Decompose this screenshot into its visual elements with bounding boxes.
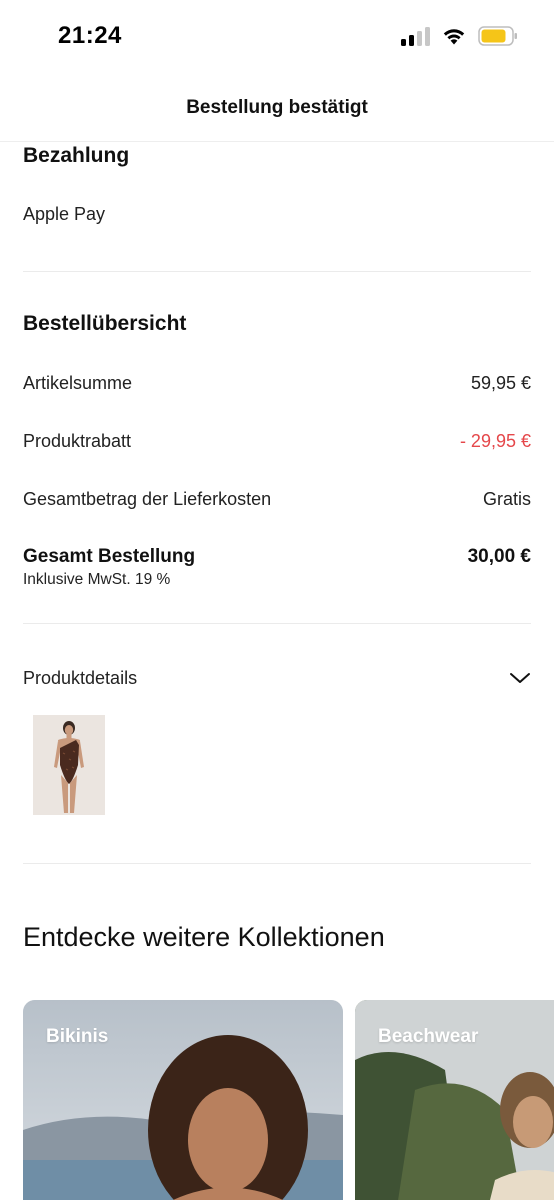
collection-card-label: Beachwear [378, 1026, 479, 1047]
payment-method: Apple Pay [23, 204, 106, 224]
collection-card-bikinis[interactable]: Bikinis [23, 1000, 343, 1200]
chevron-down-icon[interactable] [509, 671, 531, 685]
summary-row-discount: Produktrabatt - 29,95 € [23, 431, 531, 452]
shipping-value: Gratis [482, 489, 531, 509]
tax-note: Inklusive MwSt. 19 % [23, 571, 171, 588]
page-title: Bestellung bestätigt [186, 96, 368, 118]
divider [23, 863, 531, 864]
collection-card-beachwear[interactable]: Beachwear [355, 1000, 554, 1200]
product-details-label: Produktdetails [23, 667, 138, 688]
subtotal-label: Artikelsumme [23, 373, 133, 393]
swimsuit-model-image [33, 715, 105, 815]
status-time: 21:24 [58, 22, 122, 49]
discount-value: - 29,95 € [459, 431, 531, 451]
total-value: 30,00 € [467, 546, 531, 567]
payment-heading: Bezahlung [23, 144, 130, 167]
status-bar: 21:24 [0, 0, 554, 72]
summary-row-subtotal: Artikelsumme 59,95 € [23, 373, 531, 394]
total-label: Gesamt Bestellung [23, 546, 196, 567]
battery-icon [478, 26, 518, 46]
shipping-label: Gesamtbetrag der Lieferkosten [23, 489, 272, 509]
wifi-icon [442, 27, 466, 45]
summary-row-shipping: Gesamtbetrag der Lieferkosten Gratis [23, 489, 531, 510]
order-summary-heading: Bestellübersicht [23, 312, 187, 335]
divider [23, 623, 531, 624]
product-details-toggle[interactable]: Produktdetails [23, 663, 531, 693]
divider [23, 271, 531, 272]
signal-icon [401, 26, 430, 46]
subtotal-value: 59,95 € [470, 373, 531, 393]
summary-row-total: Gesamt Bestellung 30,00 € [23, 546, 531, 568]
order-confirmation-screen: 21:24 Bestellung bestätigt Bezahlung App… [0, 0, 554, 1200]
product-thumbnail[interactable] [33, 715, 105, 815]
collection-card-label: Bikinis [46, 1026, 109, 1047]
nav-bar: Bestellung bestätigt [0, 72, 554, 142]
status-icons [401, 26, 518, 46]
discount-label: Produktrabatt [23, 431, 132, 451]
collections-heading: Entdecke weitere Kollektionen [23, 922, 385, 952]
